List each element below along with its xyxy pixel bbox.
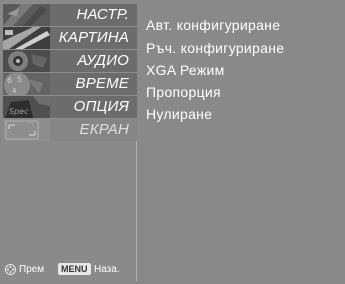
- menu-item-audio[interactable]: АУДИО: [3, 49, 137, 72]
- menu-item-screen[interactable]: ЕКРАН: [3, 118, 137, 141]
- time-thumbnail-icon: 6 5 4: [3, 73, 50, 95]
- svg-text:4: 4: [12, 87, 17, 95]
- submenu-item-manual-config[interactable]: Ръч. конфигуриране: [146, 40, 284, 56]
- menu-item-label: КАРТИНА: [58, 29, 129, 46]
- svg-text:Spec: Spec: [9, 107, 29, 116]
- menu-item-label: НАСТР.: [76, 6, 129, 23]
- screen-thumbnail-icon: [3, 119, 50, 141]
- main-menu-sidebar: НАСТР. КАРТИНА АУДИО 6 5 4 ВРЕМЕ Spec ОП…: [3, 3, 137, 281]
- audio-thumbnail-icon: [3, 50, 50, 72]
- footer-help: Прем MENU Наза.: [3, 262, 137, 278]
- setup-thumbnail-icon: [3, 4, 50, 26]
- menu-item-label: ВРЕМЕ: [75, 75, 129, 92]
- move-hint-label: Прем: [19, 264, 45, 275]
- menu-item-setup[interactable]: НАСТР.: [3, 3, 137, 26]
- menu-item-label: АУДИО: [77, 52, 129, 69]
- navigation-arrows-icon: [5, 264, 16, 275]
- menu-item-label: ОПЦИЯ: [73, 98, 129, 115]
- menu-item-option[interactable]: Spec ОПЦИЯ: [3, 95, 137, 118]
- menu-item-label: ЕКРАН: [79, 121, 129, 138]
- osd-menu: НАСТР. КАРТИНА АУДИО 6 5 4 ВРЕМЕ Spec ОП…: [0, 0, 345, 284]
- option-thumbnail-icon: Spec: [3, 96, 50, 118]
- menu-item-time[interactable]: 6 5 4 ВРЕМЕ: [3, 72, 137, 95]
- back-hint-label: Наза.: [94, 264, 120, 275]
- screen-submenu: Авт. конфигуриране Ръч. конфигуриране XG…: [138, 3, 345, 281]
- menu-key-badge: MENU: [58, 263, 91, 275]
- svg-text:5: 5: [17, 75, 22, 84]
- picture-thumbnail-icon: [3, 27, 50, 49]
- submenu-item-reset[interactable]: Нулиране: [146, 106, 212, 122]
- submenu-item-xga-mode[interactable]: XGA Режим: [146, 62, 225, 78]
- submenu-item-auto-config[interactable]: Авт. конфигуриране: [146, 17, 280, 33]
- menu-item-picture[interactable]: КАРТИНА: [3, 26, 137, 49]
- submenu-item-aspect-ratio[interactable]: Пропорция: [146, 84, 221, 100]
- svg-text:6: 6: [7, 76, 12, 85]
